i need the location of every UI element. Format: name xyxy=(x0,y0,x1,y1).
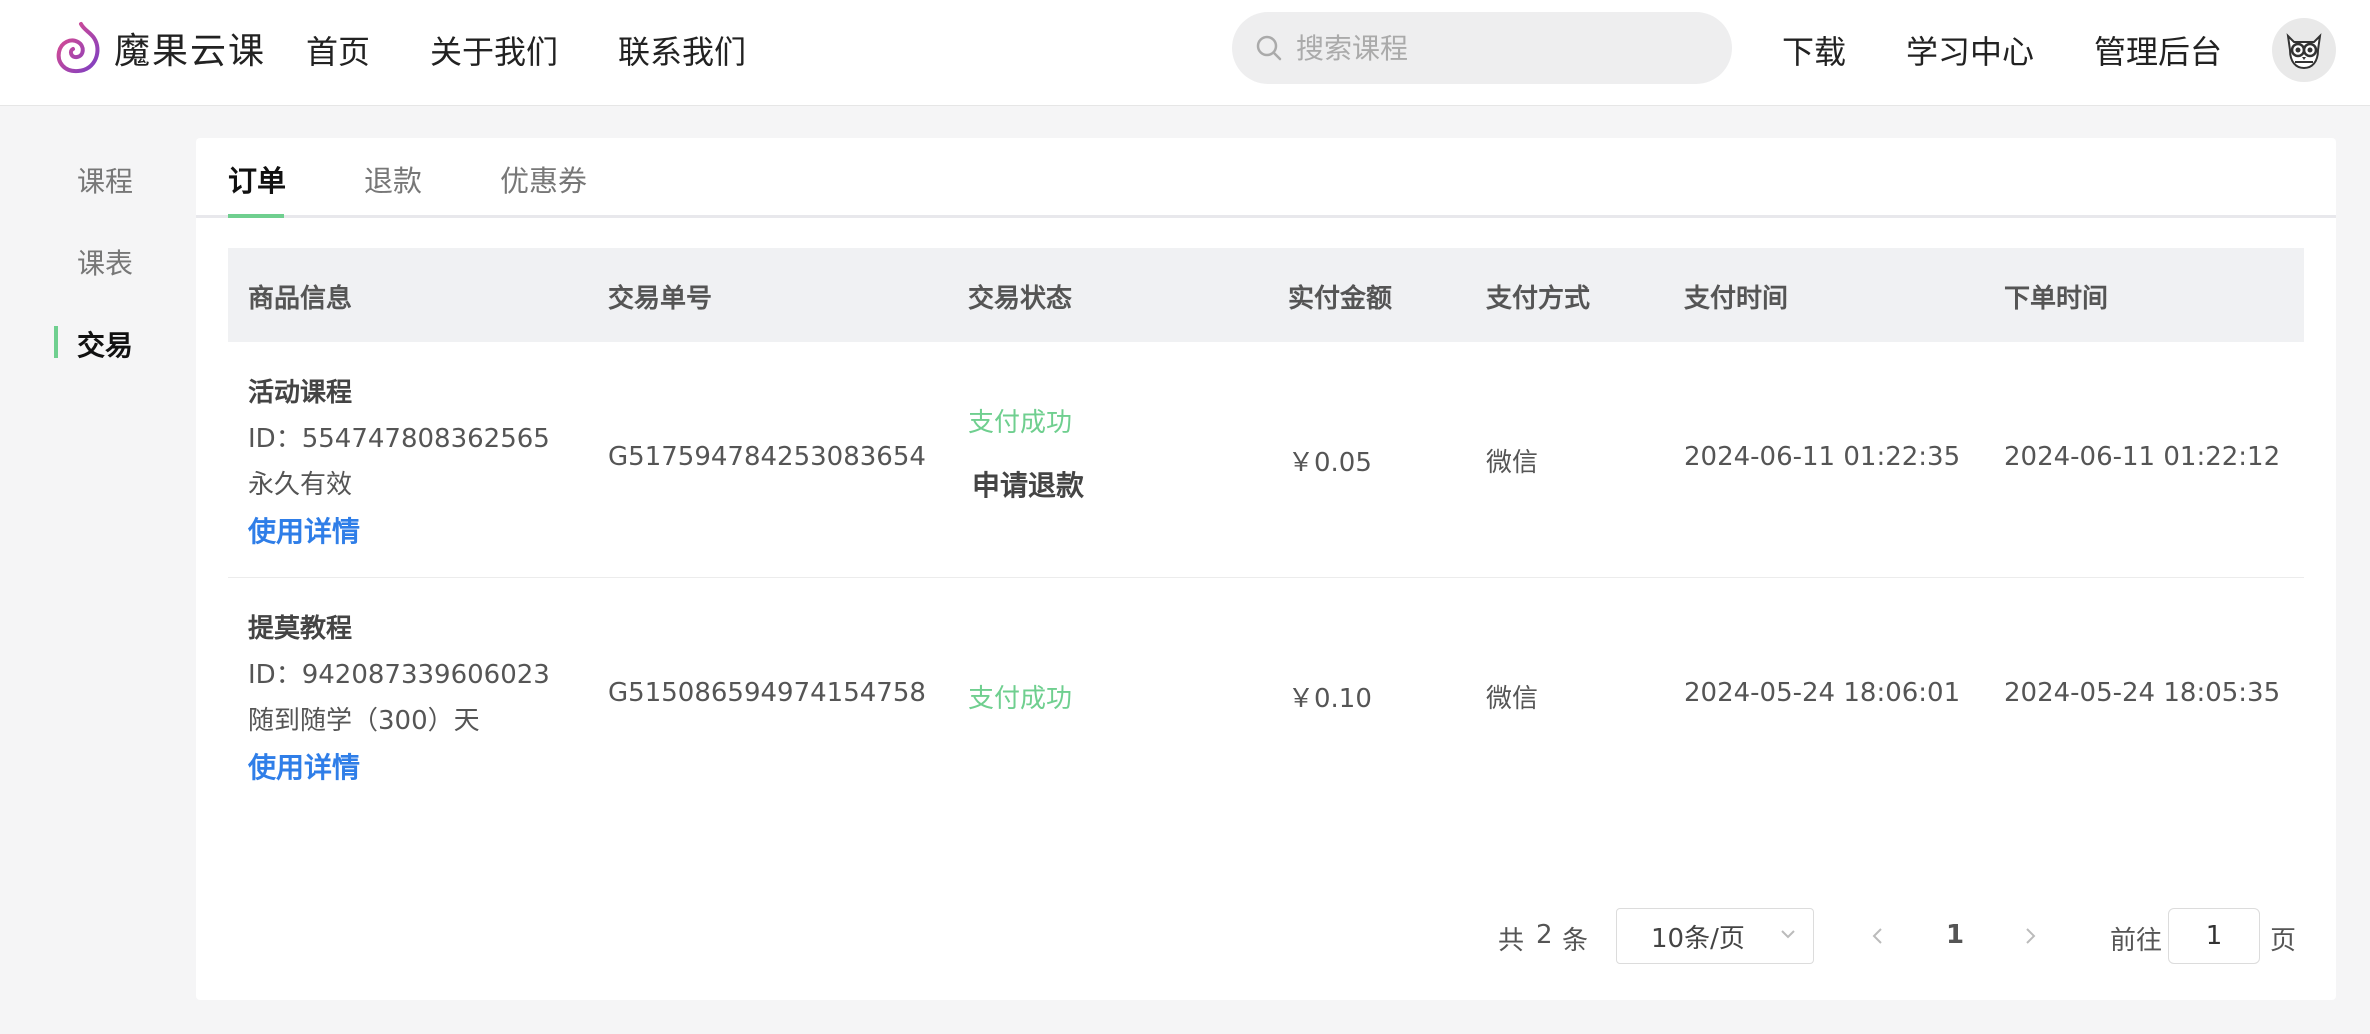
product-validity: 随到随学（300）天 xyxy=(248,706,480,736)
status-badge: 支付成功 xyxy=(968,684,1073,714)
current-page-number[interactable]: 1 xyxy=(1946,920,1964,950)
sidebar-item-transactions[interactable]: 交易 xyxy=(77,324,133,364)
chevron-down-icon xyxy=(1781,930,1795,939)
page-size-select[interactable]: 10条/页 xyxy=(1616,908,1814,964)
usage-details-link[interactable]: 使用详情 xyxy=(248,746,360,786)
product-id: ID：942087339606023 xyxy=(248,660,550,690)
order-time: 2024-06-11 01:22:12 xyxy=(2004,442,2281,472)
nav-contact[interactable]: 联系我们 xyxy=(618,27,746,73)
usage-details-link[interactable]: 使用详情 xyxy=(248,510,360,550)
sidebar-item-courses[interactable]: 课程 xyxy=(77,160,133,200)
column-header-pay-method: 支付方式 xyxy=(1486,284,1591,314)
nav-download[interactable]: 下载 xyxy=(1782,27,1846,73)
tab-coupons[interactable]: 优惠券 xyxy=(500,158,587,200)
page-size-value: 10条/页 xyxy=(1651,923,1745,954)
goto-page-input[interactable] xyxy=(2168,908,2260,964)
nav-about[interactable]: 关于我们 xyxy=(430,27,558,73)
column-header-amount: 实付金额 xyxy=(1288,284,1393,314)
logo-swirl-icon xyxy=(56,22,100,74)
column-header-status: 交易状态 xyxy=(968,284,1073,314)
search-icon xyxy=(1256,35,1282,61)
tab-orders[interactable]: 订单 xyxy=(228,158,286,200)
nav-learning-center[interactable]: 学习中心 xyxy=(1906,27,2034,73)
column-header-product: 商品信息 xyxy=(248,284,353,314)
product-id: ID：554747808362565 xyxy=(248,424,550,454)
tab-active-underline xyxy=(228,214,284,218)
column-header-pay-time: 支付时间 xyxy=(1684,284,1789,314)
table-header: 商品信息 交易单号 交易状态 实付金额 支付方式 支付时间 下单时间 xyxy=(228,248,2304,342)
tab-refunds[interactable]: 退款 xyxy=(364,158,422,200)
sidebar-active-indicator xyxy=(54,326,58,358)
column-header-order-time: 下单时间 xyxy=(2004,284,2109,314)
nav-admin[interactable]: 管理后台 xyxy=(2094,27,2222,73)
pagination-total-prefix: 共 xyxy=(1498,926,1525,956)
pay-method: 微信 xyxy=(1486,448,1539,478)
paid-amount: ￥0.05 xyxy=(1288,448,1372,478)
order-number: G515086594974154758 xyxy=(608,678,926,708)
pagination-total-count: 2 xyxy=(1536,920,1553,950)
prev-page-icon[interactable] xyxy=(1866,924,1890,948)
pay-method: 微信 xyxy=(1486,684,1539,714)
search-input[interactable] xyxy=(1296,31,1696,65)
product-validity: 永久有效 xyxy=(248,470,353,500)
tab-bar: 订单 退款 优惠券 xyxy=(196,138,2336,218)
pay-time: 2024-06-11 01:22:35 xyxy=(1684,442,1961,472)
nav-home[interactable]: 首页 xyxy=(306,27,370,73)
table-row: 活动课程 ID：554747808362565 永久有效 使用详情 G51759… xyxy=(228,342,2304,578)
sidebar-item-schedule[interactable]: 课表 xyxy=(77,242,133,282)
goto-suffix: 页 xyxy=(2270,926,2297,956)
paid-amount: ￥0.10 xyxy=(1288,684,1372,714)
search-box[interactable] xyxy=(1232,12,1732,84)
top-header: 魔果云课 首页 关于我们 联系我们 下载 学习中心 管理后台 xyxy=(0,0,2370,106)
owl-avatar-icon xyxy=(2286,33,2322,70)
next-page-icon[interactable] xyxy=(2018,924,2042,948)
column-header-order-no: 交易单号 xyxy=(608,284,713,314)
pay-time: 2024-05-24 18:06:01 xyxy=(1684,678,1961,708)
status-badge: 支付成功 xyxy=(968,408,1073,438)
request-refund-button[interactable]: 申请退款 xyxy=(972,464,1084,504)
avatar[interactable] xyxy=(2272,18,2336,82)
table-row: 提莫教程 ID：942087339606023 随到随学（300）天 使用详情 … xyxy=(228,578,2304,814)
order-number: G517594784253083654 xyxy=(608,442,926,472)
goto-prefix: 前往 xyxy=(2110,926,2163,956)
pagination-total-suffix: 条 xyxy=(1562,926,1589,956)
product-name: 提莫教程 xyxy=(248,614,353,644)
order-time: 2024-05-24 18:05:35 xyxy=(2004,678,2281,708)
product-name: 活动课程 xyxy=(248,378,353,408)
logo[interactable]: 魔果云课 xyxy=(54,20,266,76)
logo-text: 魔果云课 xyxy=(114,31,267,72)
orders-panel: 订单 退款 优惠券 商品信息 交易单号 交易状态 实付金额 支付方式 支付时间 … xyxy=(196,138,2336,1000)
